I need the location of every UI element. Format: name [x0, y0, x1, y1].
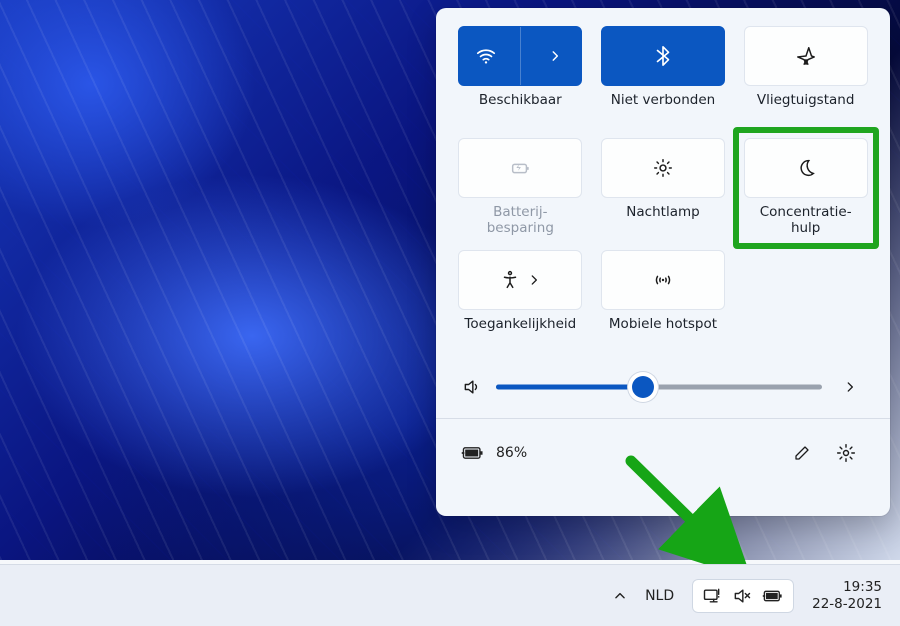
tile-battery-saver[interactable]: [458, 138, 582, 198]
clock[interactable]: 19:35 22-8-2021: [812, 579, 882, 613]
chevron-right-icon: [548, 49, 562, 63]
quick-settings-flyout: Beschikbaar Niet verbonden Vliegtuigstan…: [436, 8, 890, 516]
edit-button[interactable]: [782, 433, 822, 473]
tile-battery-saver-cell: Batterij- besparing: [458, 138, 583, 238]
clock-time: 19:35: [812, 579, 882, 596]
wifi-icon: [459, 27, 512, 85]
sun-icon: [652, 157, 674, 179]
tile-airplane-cell: Vliegtuigstand: [743, 26, 868, 126]
tile-battery-saver-label: Batterij- besparing: [487, 204, 554, 238]
bluetooth-icon: [652, 45, 674, 67]
chevron-right-icon: [527, 273, 541, 287]
tile-accessibility[interactable]: [458, 250, 582, 310]
settings-button[interactable]: [826, 433, 866, 473]
gear-icon: [836, 442, 856, 464]
language-indicator[interactable]: NLD: [645, 588, 674, 604]
volume-thumb[interactable]: [632, 376, 654, 398]
tile-nightlight[interactable]: [601, 138, 725, 198]
battery-saver-icon: [509, 157, 531, 179]
pencil-icon: [793, 442, 811, 464]
accessibility-icon: [499, 269, 521, 291]
moon-icon: [795, 157, 817, 179]
tile-accessibility-label: Toegankelijkheid: [464, 316, 576, 350]
battery-icon: [762, 585, 784, 607]
tile-hotspot[interactable]: [601, 250, 725, 310]
tray-overflow[interactable]: [613, 585, 627, 607]
tile-nightlight-label: Nachtlamp: [626, 204, 699, 238]
volume-output-expand[interactable]: [836, 380, 864, 394]
taskbar: NLD 19:35 22-8-2021: [0, 564, 900, 626]
network-icon: [702, 585, 722, 607]
volume-slider[interactable]: [496, 377, 822, 397]
volume-row: [458, 376, 868, 398]
focus-highlight: Concentratie- hulp: [733, 127, 879, 249]
chevron-right-icon: [843, 380, 857, 394]
tile-bluetooth-label: Niet verbonden: [611, 92, 715, 126]
battery-plugged-icon: [460, 442, 486, 464]
tile-hotspot-label: Mobiele hotspot: [609, 316, 717, 350]
tile-nightlight-cell: Nachtlamp: [601, 138, 726, 238]
tile-focus-assist[interactable]: [744, 138, 868, 198]
tile-hotspot-cell: Mobiele hotspot: [601, 250, 726, 350]
tile-wifi-label: Beschikbaar: [479, 92, 562, 126]
tile-focus-assist-label: Concentratie- hulp: [744, 204, 868, 238]
flyout-footer: 86%: [458, 419, 868, 473]
speaker-mute-icon: [732, 585, 752, 607]
tile-accessibility-cell: Toegankelijkheid: [458, 250, 583, 350]
speaker-icon: [462, 376, 482, 398]
tile-bluetooth[interactable]: [601, 26, 725, 86]
hotspot-icon: [652, 269, 674, 291]
tile-airplane-label: Vliegtuigstand: [757, 92, 855, 126]
tile-wifi-cell: Beschikbaar: [458, 26, 583, 126]
tile-airplane[interactable]: [744, 26, 868, 86]
tile-wifi[interactable]: [458, 26, 582, 86]
system-tray[interactable]: [692, 579, 794, 613]
wifi-expand[interactable]: [529, 27, 582, 85]
battery-percent-text: 86%: [496, 445, 527, 461]
airplane-icon: [795, 45, 817, 67]
tile-bluetooth-cell: Niet verbonden: [601, 26, 726, 126]
clock-date: 22-8-2021: [812, 596, 882, 613]
tile-focus-assist-cell: Concentratie- hulp: [743, 138, 868, 238]
